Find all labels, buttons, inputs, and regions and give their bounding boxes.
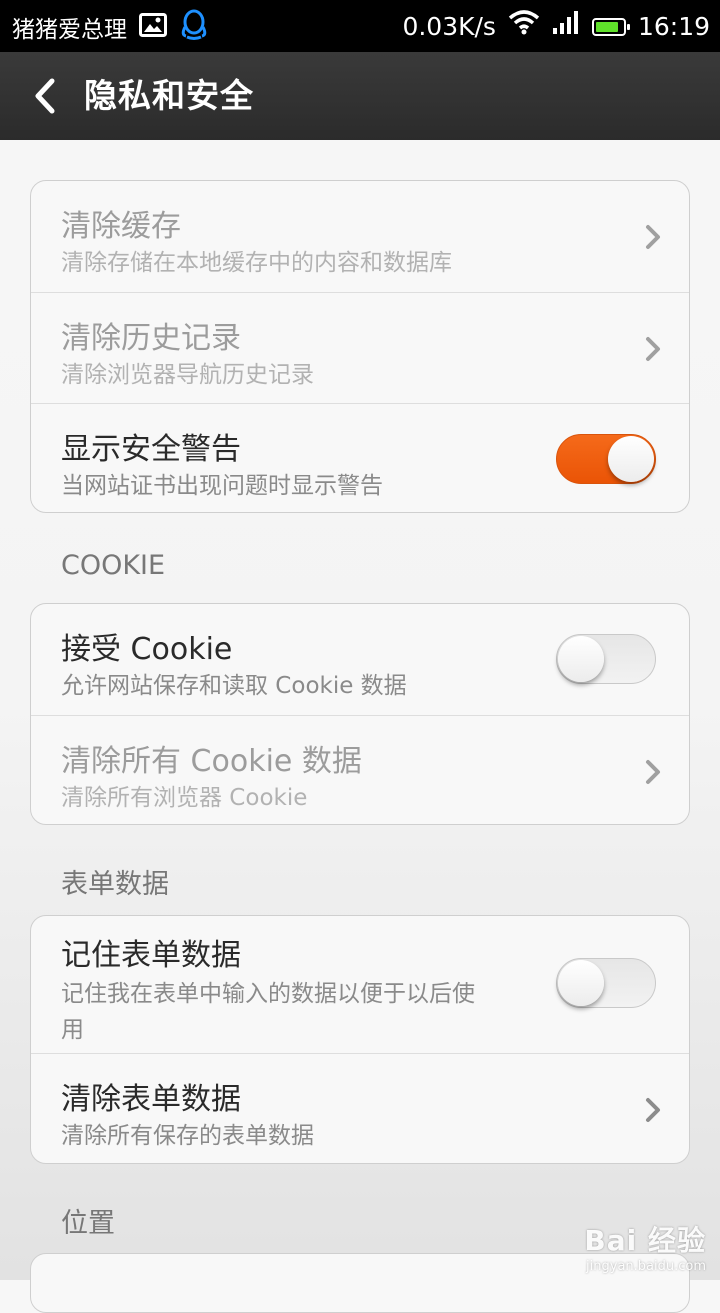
clear-history-row[interactable]: 清除历史记录 清除浏览器导航历史记录 xyxy=(31,292,689,403)
privacy-group: 清除缓存 清除存储在本地缓存中的内容和数据库 清除历史记录 清除浏览器导航历史记… xyxy=(30,180,690,513)
battery-icon xyxy=(591,17,630,36)
clock: 16:19 xyxy=(637,11,710,41)
row-title: 清除缓存 xyxy=(61,209,181,244)
watermark-url: jingyan.baidu.com xyxy=(586,1259,706,1274)
form-group: 记住表单数据 记住我在表单中输入的数据以便于以后使 用 清除表单数据 清除所有保… xyxy=(30,915,690,1164)
toggle-knob xyxy=(608,436,654,482)
row-subtitle-line2: 用 xyxy=(61,1017,84,1043)
wifi-icon xyxy=(508,9,540,44)
back-button[interactable] xyxy=(28,76,64,116)
row-title: 清除所有 Cookie 数据 xyxy=(61,744,362,779)
watermark-logo: Bai 经验 xyxy=(584,1224,706,1257)
status-bar: 猪猪爱总理 0.03K/s 16:19 xyxy=(0,0,720,52)
clear-form-row[interactable]: 清除表单数据 清除所有保存的表单数据 xyxy=(31,1053,689,1163)
security-warning-row: 显示安全警告 当网站证书出现问题时显示警告 xyxy=(31,403,689,512)
remember-form-toggle[interactable] xyxy=(556,958,656,1008)
row-title: 清除历史记录 xyxy=(61,321,241,356)
row-subtitle: 清除所有浏览器 Cookie xyxy=(61,785,308,811)
row-title: 显示安全警告 xyxy=(61,432,241,467)
row-subtitle: 当网站证书出现问题时显示警告 xyxy=(61,473,383,499)
chevron-right-icon xyxy=(646,760,660,784)
accept-cookie-row: 接受 Cookie 允许网站保存和读取 Cookie 数据 xyxy=(31,604,689,715)
baidu-jingyan-watermark: Bai 经验 jingyan.baidu.com xyxy=(584,1219,706,1274)
section-label-location: 位置 xyxy=(61,1208,115,1239)
qq-icon xyxy=(179,9,209,51)
carrier-name: 猪猪爱总理 xyxy=(12,17,127,43)
row-subtitle-line1: 记住我在表单中输入的数据以便于以后使 xyxy=(61,981,475,1007)
row-subtitle: 清除存储在本地缓存中的内容和数据库 xyxy=(61,250,452,276)
row-subtitle: 允许网站保存和读取 Cookie 数据 xyxy=(61,673,407,699)
image-icon xyxy=(139,13,167,47)
cookie-group: 接受 Cookie 允许网站保存和读取 Cookie 数据 清除所有 Cooki… xyxy=(30,603,690,825)
row-subtitle: 清除所有保存的表单数据 xyxy=(61,1123,314,1149)
row-title: 接受 Cookie xyxy=(61,632,233,667)
accept-cookie-toggle[interactable] xyxy=(556,634,656,684)
signal-icon xyxy=(552,9,580,44)
row-subtitle: 清除浏览器导航历史记录 xyxy=(61,362,314,388)
title-bar: 隐私和安全 xyxy=(0,52,720,140)
clear-cookies-row[interactable]: 清除所有 Cookie 数据 清除所有浏览器 Cookie xyxy=(31,715,689,824)
chevron-right-icon xyxy=(646,337,660,361)
section-label-form: 表单数据 xyxy=(61,869,169,900)
back-arrow-icon xyxy=(35,78,55,114)
toggle-knob xyxy=(558,960,604,1006)
net-speed: 0.03K/s xyxy=(402,11,496,41)
row-title: 清除表单数据 xyxy=(61,1082,241,1117)
section-label-cookie: COOKIE xyxy=(61,550,166,581)
security-warning-toggle[interactable] xyxy=(556,434,656,484)
chevron-right-icon xyxy=(646,1098,660,1122)
clear-cache-row[interactable]: 清除缓存 清除存储在本地缓存中的内容和数据库 xyxy=(31,181,689,292)
toggle-knob xyxy=(558,636,604,682)
remember-form-row: 记住表单数据 记住我在表单中输入的数据以便于以后使 用 xyxy=(31,916,689,1053)
page-title: 隐私和安全 xyxy=(84,76,254,115)
chevron-right-icon xyxy=(646,225,660,249)
row-title: 记住表单数据 xyxy=(61,938,241,973)
